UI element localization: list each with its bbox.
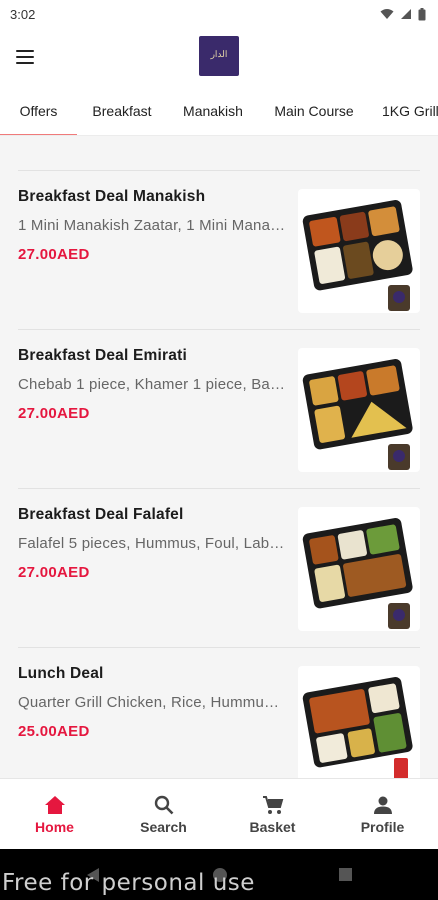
item-image[interactable]: [298, 348, 420, 472]
bottom-navigation: Home Search Basket Profile: [0, 778, 438, 849]
status-time: 3:02: [10, 6, 36, 22]
tab-offers[interactable]: Offers: [0, 86, 77, 135]
tab-main-course[interactable]: Main Course: [264, 86, 364, 135]
app-bar: الدار: [0, 28, 438, 86]
signal-icon: [401, 9, 411, 19]
list-item[interactable]: Breakfast Deal Falafel Falafel 5 pieces,…: [18, 489, 420, 648]
item-image[interactable]: [298, 666, 420, 778]
nav-profile[interactable]: Profile: [328, 779, 437, 850]
item-name: Breakfast Deal Falafel: [18, 506, 184, 523]
item-image[interactable]: [298, 189, 420, 313]
tab-manakish[interactable]: Manakish: [172, 86, 254, 135]
nav-search[interactable]: Search: [109, 779, 218, 850]
wifi-icon: [380, 9, 394, 19]
list-item[interactable]: Lunch Deal Quarter Grill Chicken, Rice, …: [18, 648, 420, 778]
person-icon: [373, 796, 392, 814]
item-description: Falafel 5 pieces, Hummus, Foul, Labneh: [18, 535, 286, 552]
home-icon: [44, 795, 65, 814]
item-price: 27.00AED: [18, 405, 90, 422]
tab-breakfast[interactable]: Breakfast: [84, 86, 160, 135]
item-name: Lunch Deal: [18, 665, 104, 682]
restaurant-logo: الدار: [199, 36, 239, 76]
item-description: Chebab 1 piece, Khamer 1 piece, Balaleet: [18, 376, 286, 393]
logo-text: الدار: [210, 50, 228, 61]
item-price: 27.00AED: [18, 564, 90, 581]
menu-list[interactable]: Breakfast Deal Manakish 1 Mini Manakish …: [0, 136, 438, 778]
list-item[interactable]: Breakfast Deal Manakish 1 Mini Manakish …: [18, 171, 420, 330]
item-price: 27.00AED: [18, 246, 90, 263]
nav-basket[interactable]: Basket: [218, 779, 327, 850]
search-icon: [154, 795, 173, 814]
cart-icon: [262, 795, 283, 814]
status-bar: 3:02: [0, 0, 438, 28]
item-image[interactable]: [298, 507, 420, 631]
nav-home[interactable]: Home: [0, 779, 109, 850]
tab-1kg-grill[interactable]: 1KG Grill: [376, 86, 438, 135]
nav-home-label: Home: [35, 818, 74, 835]
nav-profile-label: Profile: [360, 818, 405, 835]
category-tabs: Offers Breakfast Manakish Main Course 1K…: [0, 86, 438, 136]
status-icons: [380, 7, 426, 21]
item-name: Breakfast Deal Emirati: [18, 347, 187, 364]
recents-icon[interactable]: [338, 867, 353, 882]
item-description: Quarter Grill Chicken, Rice, Hummus, Sal…: [18, 694, 286, 711]
item-description: 1 Mini Manakish Zaatar, 1 Mini Manakish …: [18, 217, 286, 234]
menu-button[interactable]: [12, 43, 40, 71]
nav-search-label: Search: [140, 818, 187, 835]
list-item[interactable]: Breakfast Deal Emirati Chebab 1 piece, K…: [18, 330, 420, 489]
item-price: 25.00AED: [18, 723, 90, 740]
battery-icon: [418, 7, 426, 20]
watermark-text: Free for personal use: [2, 870, 255, 896]
item-name: Breakfast Deal Manakish: [18, 188, 206, 205]
hamburger-icon: [16, 50, 34, 52]
nav-basket-label: Basket: [249, 818, 296, 835]
